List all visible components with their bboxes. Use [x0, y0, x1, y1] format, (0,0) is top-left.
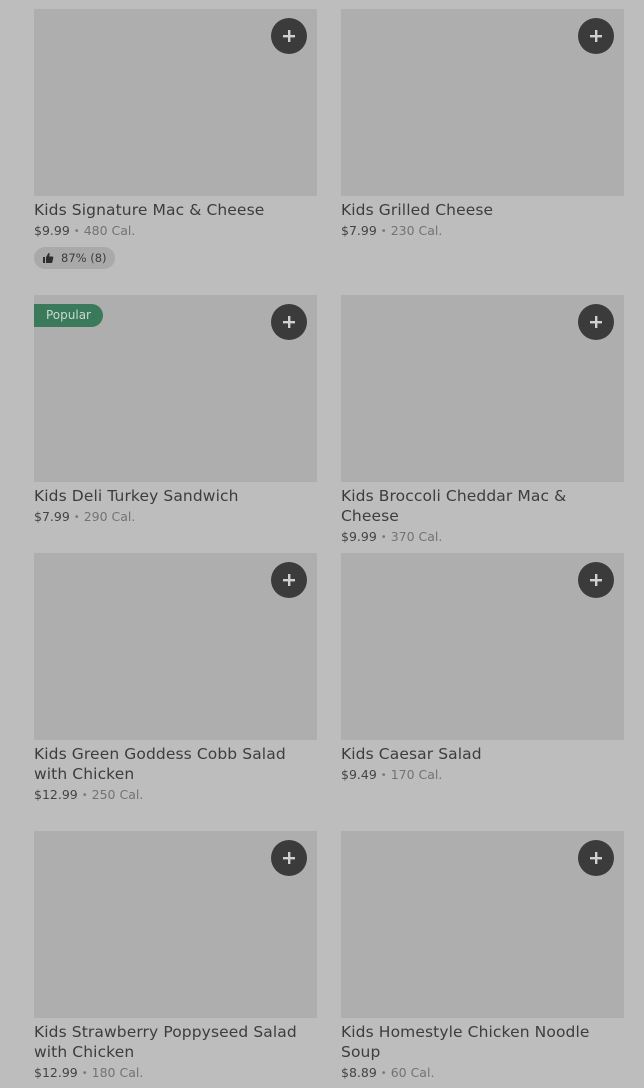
- item-price: $9.99: [341, 529, 377, 544]
- separator-dot: •: [73, 512, 80, 523]
- item-meta: $12.99 • 250 Cal.: [34, 786, 317, 805]
- item-meta: $9.99 • 480 Cal.: [34, 222, 317, 241]
- item-meta: $8.89 • 60 Cal.: [341, 1064, 624, 1083]
- add-to-cart-button[interactable]: [578, 562, 614, 598]
- menu-item-card[interactable]: Kids Caesar Salad $9.49 • 170 Cal.: [341, 553, 624, 785]
- add-to-cart-button[interactable]: [578, 18, 614, 54]
- separator-dot: •: [380, 770, 387, 781]
- add-to-cart-button[interactable]: [271, 562, 307, 598]
- plus-icon: [283, 30, 295, 42]
- item-image[interactable]: [341, 553, 624, 740]
- add-to-cart-button[interactable]: [271, 840, 307, 876]
- item-image[interactable]: [34, 9, 317, 196]
- plus-icon: [590, 852, 602, 864]
- item-calories: 290 Cal.: [83, 509, 136, 524]
- item-calories: 480 Cal.: [83, 223, 136, 238]
- item-name: Kids Grilled Cheese: [341, 201, 494, 219]
- menu-item-card[interactable]: Kids Grilled Cheese $7.99 • 230 Cal.: [341, 9, 624, 241]
- plus-icon: [590, 30, 602, 42]
- item-meta: $12.99 • 180 Cal.: [34, 1064, 317, 1083]
- item-calories: 180 Cal.: [91, 1065, 144, 1080]
- separator-dot: •: [380, 532, 387, 543]
- item-meta: $7.99 • 230 Cal.: [341, 222, 624, 241]
- separator-dot: •: [81, 790, 88, 801]
- menu-item-card[interactable]: Kids Signature Mac & Cheese $9.99 • 480 Ca…: [34, 9, 317, 269]
- add-to-cart-button[interactable]: [271, 18, 307, 54]
- item-name: Kids Signature Mac & Cheese: [34, 201, 265, 219]
- menu-item-card[interactable]: Popular Kids Deli Turkey Sandwich $7.99 •…: [34, 295, 317, 527]
- menu-item-card[interactable]: Kids Strawberry Poppyseed Salad with Chi…: [34, 831, 317, 1083]
- item-image[interactable]: [34, 553, 317, 740]
- item-price: $9.49: [341, 767, 377, 782]
- separator-dot: •: [380, 226, 387, 237]
- separator-dot: •: [81, 1068, 88, 1079]
- item-image[interactable]: [341, 9, 624, 196]
- rating-badge: 87% (8): [34, 247, 115, 269]
- item-image[interactable]: [341, 831, 624, 1018]
- item-price: $12.99: [34, 787, 78, 802]
- item-image[interactable]: [34, 831, 317, 1018]
- item-calories: 230 Cal.: [390, 223, 443, 238]
- menu-item-card[interactable]: Kids Green Goddess Cobb Salad with Chick…: [34, 553, 317, 805]
- item-calories: 60 Cal.: [390, 1065, 435, 1080]
- item-image[interactable]: Popular: [34, 295, 317, 482]
- separator-dot: •: [73, 226, 80, 237]
- item-calories: 170 Cal.: [390, 767, 443, 782]
- item-calories: 250 Cal.: [91, 787, 144, 802]
- thumbs-up-icon: [43, 253, 54, 263]
- plus-icon: [590, 574, 602, 586]
- item-name: Kids Broccoli Cheddar Mac & Cheese: [341, 487, 567, 525]
- item-name: Kids Strawberry Poppyseed Salad with Chi…: [34, 1023, 297, 1061]
- plus-icon: [283, 316, 295, 328]
- rating-text: 87% (8): [61, 251, 107, 265]
- plus-icon: [283, 574, 295, 586]
- item-price: $12.99: [34, 1065, 78, 1080]
- separator-dot: •: [380, 1068, 387, 1079]
- item-meta: $7.99 • 290 Cal.: [34, 508, 317, 527]
- item-calories: 370 Cal.: [390, 529, 443, 544]
- item-price: $9.99: [34, 223, 70, 238]
- item-name: Kids Caesar Salad: [341, 745, 482, 763]
- plus-icon: [283, 852, 295, 864]
- plus-icon: [590, 316, 602, 328]
- item-name: Kids Deli Turkey Sandwich: [34, 487, 239, 505]
- add-to-cart-button[interactable]: [578, 840, 614, 876]
- add-to-cart-button[interactable]: [271, 304, 307, 340]
- item-name: Kids Homestyle Chicken Noodle Soup: [341, 1023, 590, 1061]
- item-price: $8.89: [341, 1065, 377, 1080]
- menu-item-card[interactable]: Kids Homestyle Chicken Noodle Soup $8.89…: [341, 831, 624, 1083]
- add-to-cart-button[interactable]: [578, 304, 614, 340]
- item-meta: $9.49 • 170 Cal.: [341, 766, 624, 785]
- popular-badge: Popular: [34, 304, 103, 327]
- item-meta: $9.99 • 370 Cal.: [341, 528, 624, 547]
- item-image[interactable]: [341, 295, 624, 482]
- item-price: $7.99: [34, 509, 70, 524]
- item-price: $7.99: [341, 223, 377, 238]
- menu-item-card[interactable]: Kids Broccoli Cheddar Mac & Cheese $9.99…: [341, 295, 624, 547]
- item-name: Kids Green Goddess Cobb Salad with Chick…: [34, 745, 286, 783]
